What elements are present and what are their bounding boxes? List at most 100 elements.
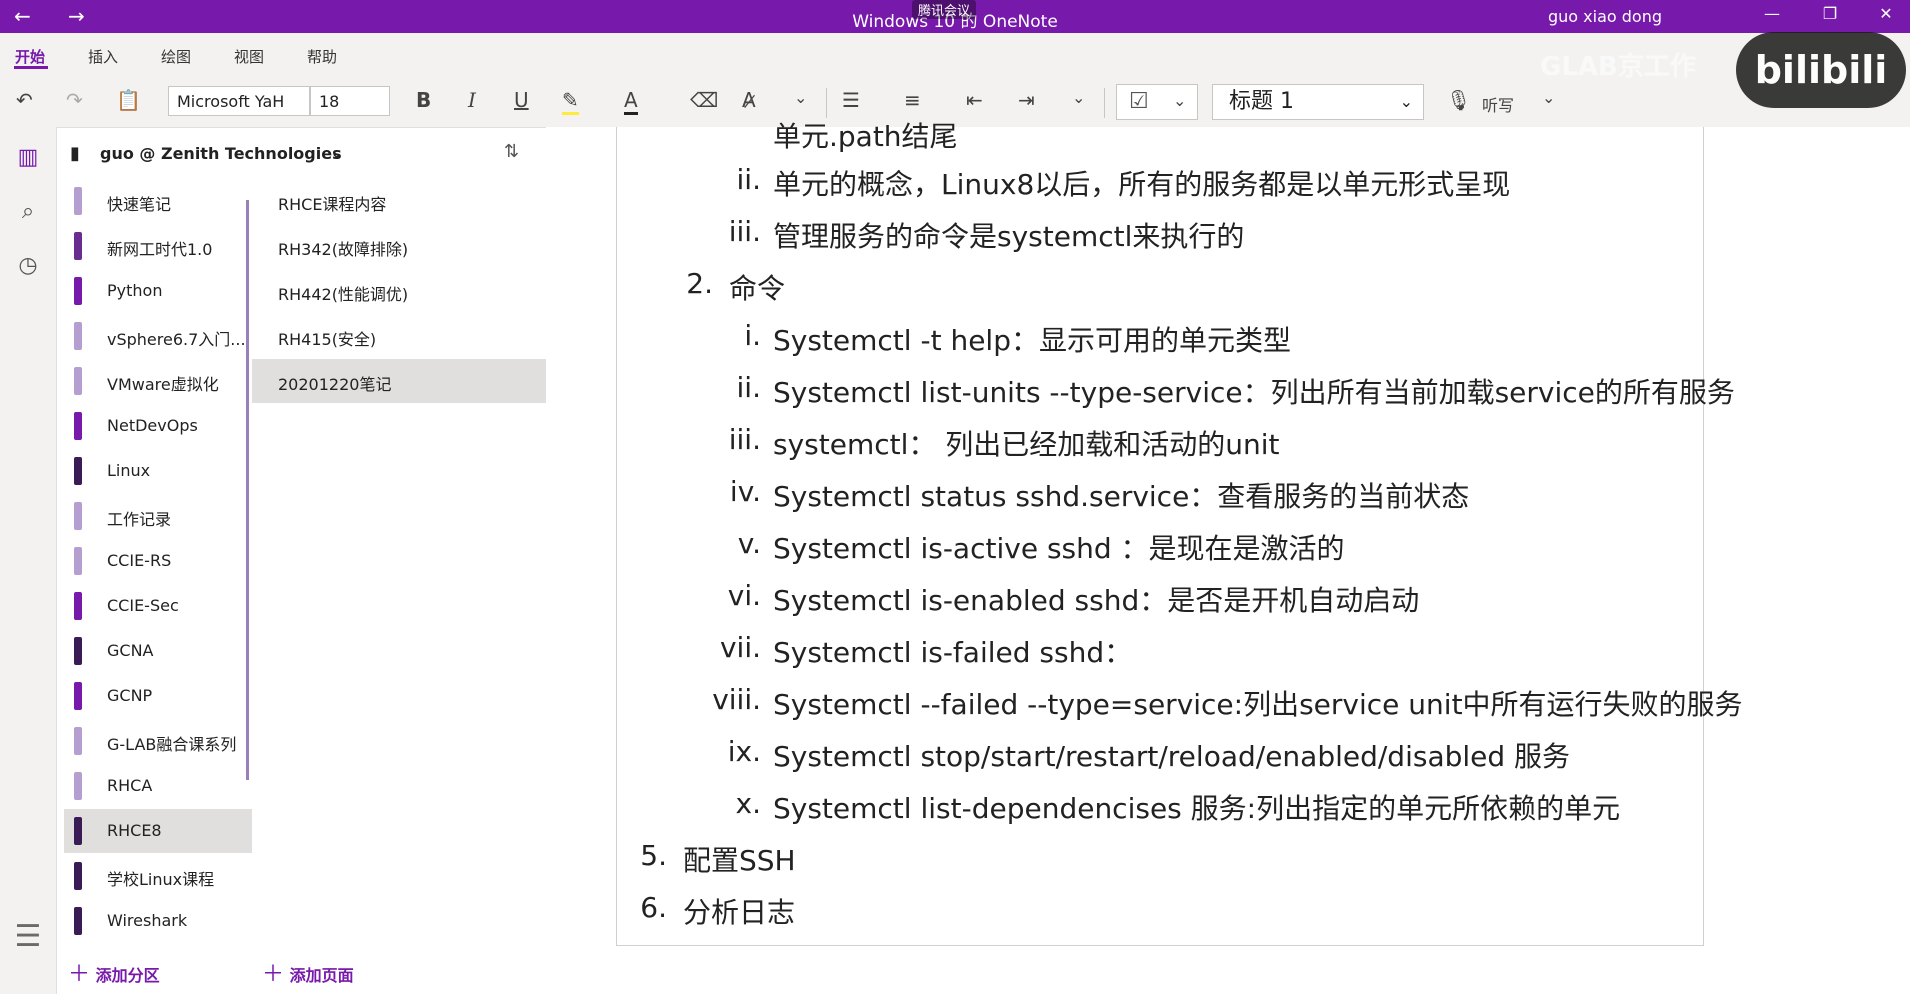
dictate-button[interactable]: 听写: [1482, 92, 1514, 116]
decrease-indent-icon[interactable]: ⇤: [966, 88, 983, 112]
font-color-icon[interactable]: A: [624, 88, 638, 115]
microphone-icon[interactable]: 🎙: [1446, 88, 1471, 112]
section-item[interactable]: G-LAB融合课系列: [64, 719, 252, 763]
section-label: CCIE-RS: [107, 551, 172, 570]
section-item[interactable]: CCIE-RS: [64, 539, 252, 583]
section-tab-icon: [74, 457, 82, 485]
tab-help[interactable]: 帮助: [307, 46, 337, 67]
checkbox-icon: ☑: [1129, 89, 1149, 114]
page-label: RH342(故障排除): [278, 240, 409, 259]
increase-indent-icon[interactable]: ⇥: [1018, 88, 1035, 112]
chevron-down-icon[interactable]: ⌄: [1072, 88, 1085, 107]
font-name-field[interactable]: Microsoft YaH: [168, 86, 310, 116]
section-item[interactable]: 工作记录: [64, 494, 252, 538]
section-scrollbar[interactable]: [246, 200, 249, 780]
redo-icon[interactable]: ↷: [66, 88, 83, 112]
list-number: iv.: [729, 475, 761, 508]
add-page-button[interactable]: ＋ 添加页面: [262, 956, 354, 988]
tab-home[interactable]: 开始: [15, 46, 45, 67]
section-item[interactable]: CCIE-Sec: [64, 584, 252, 628]
section-label: RHCA: [107, 776, 153, 795]
note-line-text: Systemctl status sshd.service：查看服务的当前状态: [773, 480, 1470, 513]
list-number: vi.: [727, 579, 761, 612]
list-number: 2.: [686, 267, 713, 300]
clear-format-icon[interactable]: ⌫: [690, 88, 718, 112]
meeting-badge: 腾讯会议: [912, 0, 977, 19]
section-label: G-LAB融合课系列: [107, 735, 237, 754]
tab-insert[interactable]: 插入: [88, 46, 118, 67]
notebook-name: guo @ Zenith Technologies: [100, 144, 342, 163]
section-item[interactable]: 新网工时代1.0: [64, 224, 252, 268]
tab-draw[interactable]: 绘图: [161, 46, 191, 67]
restore-icon[interactable]: ❐: [1810, 4, 1850, 23]
minimize-icon[interactable]: —: [1752, 4, 1792, 23]
page-item[interactable]: RH415(安全): [252, 314, 546, 358]
section-label: 工作记录: [107, 510, 172, 529]
section-item[interactable]: GCNP: [64, 674, 252, 718]
search-icon[interactable]: ⌕: [12, 199, 44, 224]
style-dropdown[interactable]: 标题 1 ⌄: [1212, 84, 1424, 120]
section-item[interactable]: NetDevOps: [64, 404, 252, 448]
note-container[interactable]: 单元.path结尾 ii. 单元的概念，Linux8以后，所有的服务都是以单元形式…: [616, 120, 1743, 946]
page-item[interactable]: RHCE课程内容: [252, 179, 546, 223]
underline-button[interactable]: U: [514, 88, 529, 112]
note-line-text: Systemctl --failed --type=service:列出serv…: [773, 688, 1743, 721]
feedback-icon[interactable]: ☰: [12, 919, 44, 954]
numbered-list-icon[interactable]: ≡: [904, 88, 921, 112]
section-item[interactable]: VMware虚拟化: [64, 359, 252, 403]
note-line-text: Systemctl is-failed sshd：: [773, 636, 1133, 669]
section-tab-icon: [74, 682, 82, 710]
list-number: i.: [744, 319, 761, 352]
section-item[interactable]: Linux: [64, 449, 252, 493]
section-item[interactable]: Python: [64, 269, 252, 313]
add-section-button[interactable]: ＋ 添加分区: [68, 956, 160, 988]
list-number: iii.: [728, 215, 761, 248]
notebooks-icon[interactable]: ▥: [12, 145, 44, 170]
list-number: vii.: [719, 631, 761, 664]
bold-button[interactable]: B: [416, 88, 431, 112]
recent-clock-icon[interactable]: ◷: [12, 253, 44, 278]
section-item-active[interactable]: RHCE8: [64, 809, 252, 853]
page-item[interactable]: RH342(故障排除): [252, 224, 546, 268]
section-item[interactable]: Wireshark: [64, 899, 252, 943]
section-item[interactable]: GCNA: [64, 629, 252, 673]
notebook-header[interactable]: ▮ guo @ Zenith Technologies ⌄ ⇅: [56, 127, 544, 179]
plus-icon: ＋: [68, 962, 91, 987]
style-value: 标题 1: [1229, 89, 1294, 114]
note-line-text: systemctl： 列出已经加载和活动的unit: [773, 428, 1280, 461]
chevron-down-icon[interactable]: ⌄: [1542, 88, 1555, 107]
page-label: 20201220笔记: [278, 375, 392, 394]
section-item[interactable]: 学校Linux课程: [64, 854, 252, 898]
list-number: iii.: [728, 423, 761, 456]
list-number: ii.: [736, 163, 761, 196]
note-line-text: 分析日志: [683, 896, 796, 929]
chevron-down-icon[interactable]: ⌄: [794, 88, 807, 107]
list-number: viii.: [712, 683, 761, 716]
section-item[interactable]: 快速笔记: [64, 179, 252, 223]
chevron-down-icon: ⌄: [1173, 91, 1187, 110]
font-size-field[interactable]: 18: [310, 86, 390, 116]
highlight-icon[interactable]: ✎: [562, 88, 579, 115]
tab-view[interactable]: 视图: [234, 46, 264, 67]
italic-button[interactable]: I: [468, 88, 476, 112]
page-label: RHCE课程内容: [278, 195, 387, 214]
text-style-icon[interactable]: A̷: [742, 88, 756, 112]
section-item[interactable]: RHCA: [64, 764, 252, 808]
section-tab-icon: [74, 727, 82, 755]
section-tab-icon: [74, 232, 82, 260]
section-label: 学校Linux课程: [107, 870, 215, 889]
user-name[interactable]: guo xiao dong: [1548, 7, 1662, 26]
note-line-text: 单元的概念，Linux8以后，所有的服务都是以单元形式呈现: [773, 168, 1511, 201]
todo-tag-button[interactable]: ☑ ⌄: [1116, 84, 1198, 120]
add-page-label: 添加页面: [289, 966, 354, 985]
section-item[interactable]: vSphere6.7入门...: [64, 314, 252, 358]
sort-icon[interactable]: ⇅: [504, 141, 519, 162]
clipboard-icon[interactable]: 📋: [116, 88, 141, 112]
close-icon[interactable]: ✕: [1866, 4, 1906, 23]
undo-icon[interactable]: ↶: [16, 88, 33, 112]
bullet-list-icon[interactable]: ☰: [842, 88, 860, 112]
note-line[interactable]: 单元.path结尾: [773, 115, 958, 155]
page-item-active[interactable]: 20201220笔记: [252, 359, 546, 403]
section-label: CCIE-Sec: [107, 596, 179, 615]
page-item[interactable]: RH442(性能调优): [252, 269, 546, 313]
